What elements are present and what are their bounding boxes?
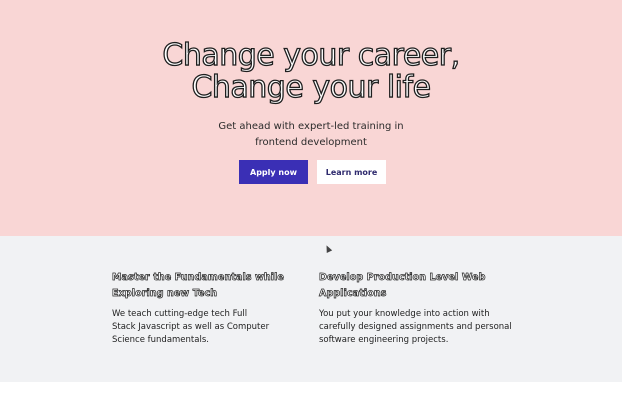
feature-fundamentals: Master the Fundamentals while Exploring … [112,270,312,347]
hero-section: Change your career, Change your life Get… [0,0,622,236]
feature-text-line: We teach cutting-edge tech Full [112,309,248,319]
apply-now-button[interactable]: Apply now [239,160,308,184]
hero-subtitle-line-1: Get ahead with expert-led training in [218,121,404,132]
feature-description: We teach cutting-edge tech Full Stack Ja… [112,308,312,347]
hero-subtitle: Get ahead with expert-led training in fr… [0,119,622,151]
feature-title-line: Exploring new Tech [112,288,218,300]
feature-title-line: Applications [319,288,387,300]
feature-text-line: Science fundamentals. [112,335,209,345]
feature-title: Develop Production Level Web Application… [319,270,519,302]
hero-title-line-2: Change your life [191,70,432,105]
feature-text-line: software engineering projects. [319,335,449,345]
learn-more-button[interactable]: Learn more [317,160,386,184]
feature-text-line: You put your knowledge into action with [319,309,490,319]
feature-description: You put your knowledge into action with … [319,308,519,347]
feature-title: Master the Fundamentals while Exploring … [112,270,312,302]
feature-text-line: Stack Javascript as well as Computer [112,322,270,332]
feature-title-line: Master the Fundamentals while [112,272,285,284]
feature-title-line: Develop Production Level Web [319,272,486,284]
features-section: Master the Fundamentals while Exploring … [0,236,622,382]
feature-text-line: carefully designed assignments and perso… [319,322,512,332]
hero-subtitle-line-2: frontend development [255,137,367,148]
feature-production-apps: Develop Production Level Web Application… [319,270,519,347]
hero-title: Change your career, Change your life [0,38,622,105]
hero-title-line-1: Change your career, [162,38,461,73]
